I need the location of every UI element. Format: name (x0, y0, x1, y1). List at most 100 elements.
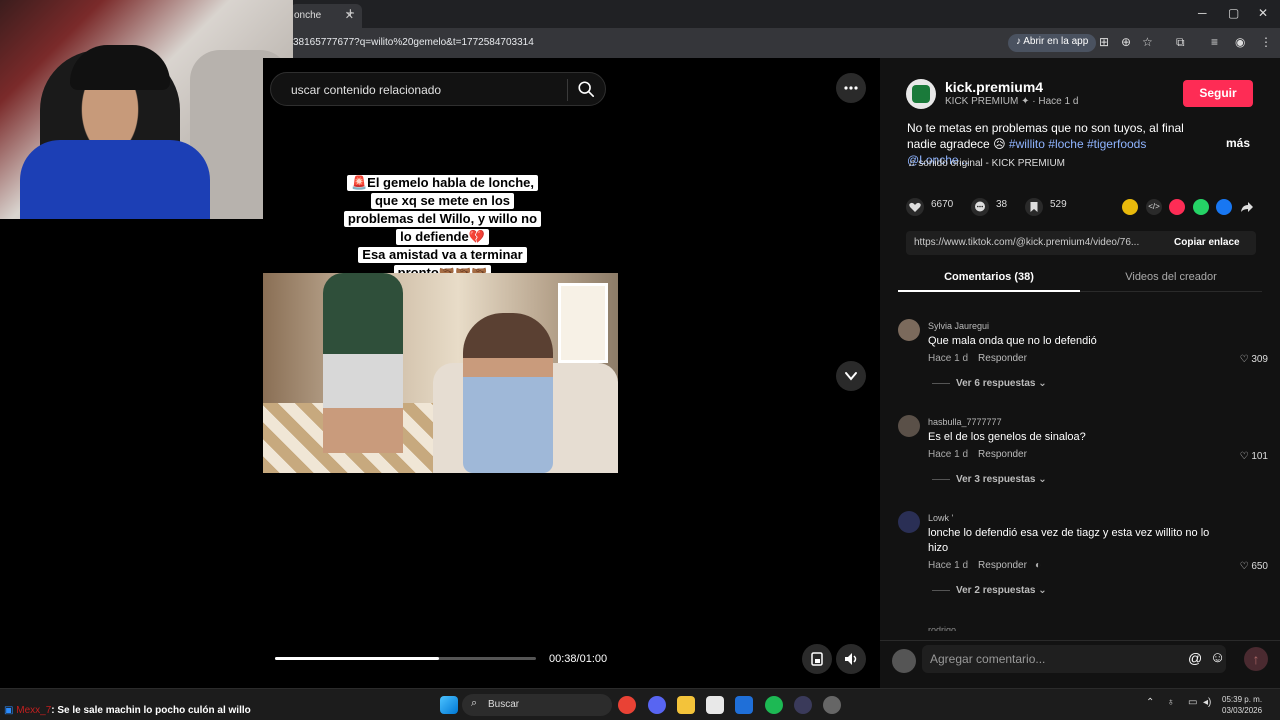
my-avatar (892, 649, 916, 673)
microphone-icon[interactable]: ♁ (1167, 697, 1175, 708)
tab-creator-videos[interactable]: Videos del creador (1080, 268, 1262, 283)
copy-link-box: https://www.tiktok.com/@kick.premium4/vi… (906, 231, 1256, 255)
copy-link-button[interactable]: Copiar enlace (1174, 237, 1240, 248)
comment-count: 38 (996, 199, 1008, 210)
comment-meta: Hace 1 d Responder ◐ (928, 560, 1041, 571)
send-comment-button[interactable]: ↑ (1244, 647, 1268, 671)
reply-button[interactable]: Responder (978, 353, 1027, 364)
caption-line: Esa amistad va a terminar (358, 247, 527, 263)
app-icon[interactable] (823, 696, 841, 714)
comment-avatar[interactable] (898, 319, 920, 341)
music-note-icon: ♫ (908, 158, 919, 169)
video-link-url[interactable]: https://www.tiktok.com/@kick.premium4/vi… (914, 237, 1139, 248)
author-meta: KICK PREMIUM ✦ · Hace 1 d (945, 96, 1079, 107)
windows-start-icon[interactable] (440, 696, 458, 714)
volume-button[interactable] (836, 644, 866, 674)
comment-input[interactable]: Agregar comentario... @ ☺ (922, 645, 1226, 673)
comment-text: lonche lo defendió esa vez de tiagz y es… (928, 527, 1210, 554)
author-avatar[interactable] (906, 79, 936, 109)
heart-outline-icon: ♡ (1239, 561, 1252, 572)
comment-username[interactable]: hasbulla_7777777 (928, 417, 1002, 427)
next-video-button[interactable] (836, 361, 866, 391)
chat-badge-icon: ▣ (4, 705, 17, 716)
pip-button[interactable] (802, 644, 832, 674)
reading-list-icon[interactable]: ≡ (1211, 35, 1218, 49)
file-explorer-icon[interactable] (677, 696, 695, 714)
gift-share-icon[interactable] (1122, 199, 1138, 215)
mention-icon[interactable]: @ (1188, 650, 1202, 666)
system-clock[interactable]: 05:39 p. m. 03/03/2026 (1222, 694, 1262, 716)
new-tab-button[interactable]: + (346, 5, 355, 22)
zoom-icon[interactable]: ⊕ (1121, 35, 1131, 49)
windows-taskbar: ▣ Mexx_7: Se le sale machin lo pocho cul… (0, 688, 1280, 720)
taskbar-search[interactable]: ⌕ Buscar (462, 694, 612, 716)
video-progress-bar[interactable] (275, 657, 536, 660)
volume-tray-icon[interactable]: ◂) (1203, 697, 1211, 708)
more-link[interactable]: más (1226, 136, 1250, 150)
bookmark-icon (1030, 202, 1038, 212)
seated-man (463, 313, 553, 473)
profile-icon[interactable]: ◉ (1235, 35, 1245, 49)
bookmark-star-icon[interactable]: ☆ (1142, 35, 1153, 49)
reply-button[interactable]: Responder (978, 560, 1027, 571)
comment-like[interactable]: ♡ 101 (1240, 451, 1268, 462)
share-arrow-icon[interactable] (1240, 200, 1254, 214)
comment-username[interactable]: Sylvia Jauregui (928, 321, 989, 331)
chevron-down-icon: ⌄ (1035, 378, 1047, 389)
obs-icon[interactable] (794, 696, 812, 714)
network-icon[interactable]: ▭ (1188, 697, 1197, 708)
search-input[interactable]: uscar contenido relacionado (291, 83, 441, 97)
view-replies-button[interactable]: Ver 2 respuestas ⌄ (932, 585, 1047, 596)
emoji-icon[interactable]: ☺ (1210, 649, 1225, 666)
comment-text: Es el de los genelos de sinaloa? (928, 431, 1086, 443)
like-button[interactable] (906, 198, 924, 216)
tray-expand-icon[interactable]: ⌃ (1146, 697, 1154, 708)
related-search-bar[interactable]: uscar contenido relacionado (270, 72, 606, 106)
caption-line: lo defiende💔 (396, 229, 489, 245)
webcam-overlay (0, 0, 293, 219)
close-window-icon[interactable]: ✕ (1258, 6, 1268, 20)
chevron-down-icon: ⌄ (1035, 585, 1047, 596)
video-frame[interactable] (263, 273, 618, 473)
url-text[interactable]: 38165777677?q=wilito%20gemelo&t=17725847… (293, 37, 534, 48)
creator-liked-icon: ◐ (1034, 560, 1041, 571)
comment-username[interactable]: Lowk ' (928, 513, 953, 523)
view-replies-button[interactable]: Ver 3 respuestas ⌄ (932, 474, 1047, 485)
save-count: 529 (1050, 199, 1067, 210)
maximize-icon[interactable]: ▢ (1228, 6, 1239, 20)
tab-comments[interactable]: Comentarios (38) (898, 268, 1080, 292)
comment-like[interactable]: ♡ 650 (1240, 561, 1268, 572)
comment-avatar[interactable] (898, 415, 920, 437)
save-button[interactable] (1025, 198, 1043, 216)
author-username[interactable]: kick.premium4 (945, 79, 1043, 95)
store-icon[interactable] (706, 696, 724, 714)
follow-button[interactable]: Seguir (1183, 80, 1253, 107)
caption-line: que xq se mete en los (370, 193, 515, 209)
translate-icon[interactable]: ⊞ (1099, 35, 1109, 49)
discord-icon[interactable] (648, 696, 666, 714)
facebook-icon[interactable] (1216, 199, 1232, 215)
whatsapp-icon[interactable] (1193, 199, 1209, 215)
comment-placeholder: Agregar comentario... (930, 652, 1046, 666)
comment-avatar[interactable] (898, 511, 920, 533)
like-count: 6670 (931, 199, 954, 210)
mail-icon[interactable] (735, 696, 753, 714)
spotify-icon[interactable] (765, 696, 783, 714)
more-options-button[interactable] (836, 73, 866, 103)
comment-button[interactable] (971, 198, 989, 216)
sound-link[interactable]: ♫ sonido original - KICK PREMIUM (908, 158, 1065, 169)
search-icon[interactable] (577, 80, 595, 98)
embed-code-icon[interactable]: </> (1146, 199, 1162, 215)
open-in-app-button[interactable]: ♪ Abrir en la app (1008, 34, 1097, 52)
comment-input-row: Agregar comentario... @ ☺ ↑ (880, 640, 1280, 688)
menu-icon[interactable]: ⋮ (1260, 35, 1272, 49)
view-replies-button[interactable]: Ver 6 respuestas ⌄ (932, 378, 1047, 389)
tab-title: onche (294, 10, 322, 21)
chrome-icon[interactable] (618, 696, 636, 714)
reply-button[interactable]: Responder (978, 449, 1027, 460)
comment-username[interactable]: rodrigo (928, 625, 956, 631)
minimize-icon[interactable]: ─ (1198, 6, 1207, 20)
extensions-icon[interactable]: ⧉ (1176, 35, 1185, 50)
send-share-icon[interactable] (1169, 199, 1185, 215)
comment-like[interactable]: ♡ 309 (1240, 354, 1268, 365)
